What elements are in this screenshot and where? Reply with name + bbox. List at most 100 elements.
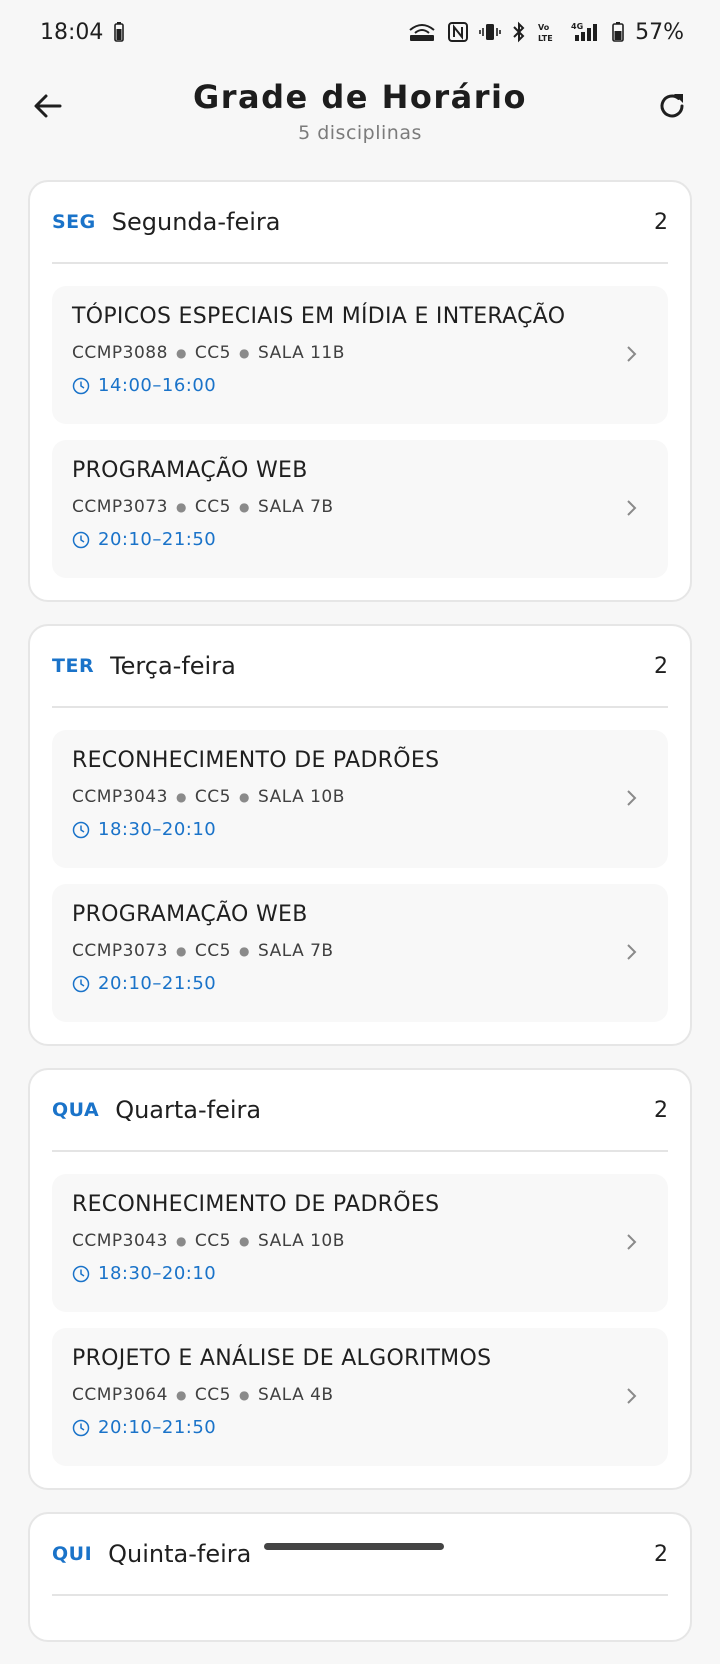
class-meta: CCMP3043 ● CC5 ● SALA 10B [72, 1231, 648, 1251]
schedule-list[interactable]: SEG Segunda-feira 2 TÓPICOS ESPECIAIS EM… [28, 180, 692, 1664]
class-room: SALA 11B [257, 343, 345, 363]
class-group: CC5 [194, 1231, 231, 1251]
day-abbr: TER [52, 655, 95, 677]
class-code: CCMP3043 [72, 1231, 168, 1251]
class-time-row: 18:30–20:10 [72, 819, 648, 840]
class-code: CCMP3073 [72, 497, 168, 517]
class-title: PROGRAMAÇÃO WEB [72, 458, 308, 483]
class-room: SALA 10B [257, 787, 345, 807]
class-time: 18:30–20:10 [98, 1263, 217, 1284]
class-title: RECONHECIMENTO DE PADRÕES [72, 748, 440, 773]
class-room: SALA 10B [257, 1231, 345, 1251]
chevron-right-icon [627, 500, 637, 516]
svg-text:4G: 4G [571, 22, 583, 31]
separator-dot: ● [238, 790, 250, 804]
class-time-row: 14:00–16:00 [72, 375, 648, 396]
day-name: Segunda-feira [111, 208, 281, 236]
separator-dot: ● [238, 1234, 250, 1248]
clock-icon [72, 377, 90, 394]
separator-dot: ● [175, 944, 187, 958]
class-meta: CCMP3088 ● CC5 ● SALA 11B [72, 343, 648, 363]
class-group: CC5 [194, 941, 231, 961]
class-time-row: 20:10–21:50 [72, 973, 648, 994]
day-card-thursday: QUI Quinta-feira 2 [28, 1512, 692, 1642]
chevron-right-icon [627, 790, 637, 806]
class-time: 18:30–20:10 [98, 819, 217, 840]
class-time-row: 18:30–20:10 [72, 1263, 648, 1284]
separator-dot: ● [175, 500, 187, 514]
volte-icon: Vo LTE [537, 21, 555, 43]
class-title: RECONHECIMENTO DE PADRÕES [72, 1192, 440, 1217]
day-header: TER Terça-feira 2 [52, 626, 668, 708]
day-name: Quinta-feira [108, 1540, 252, 1568]
separator-dot: ● [175, 1234, 187, 1248]
class-time: 20:10–21:50 [98, 1417, 217, 1438]
day-card-wednesday: QUA Quarta-feira 2 RECONHECIMENTO DE PAD… [28, 1068, 692, 1490]
clock-icon [72, 821, 90, 838]
separator-dot: ● [175, 790, 187, 804]
class-code: CCMP3043 [72, 787, 168, 807]
separator-dot: ● [238, 346, 250, 360]
day-name: Quarta-feira [115, 1096, 262, 1124]
status-time: 18:04 [40, 19, 104, 45]
class-title: PROGRAMAÇÃO WEB [72, 902, 308, 927]
class-group: CC5 [194, 787, 231, 807]
clock-icon [72, 531, 90, 548]
class-code: CCMP3073 [72, 941, 168, 961]
class-card[interactable]: PROJETO E ANÁLISE DE ALGORITMOS CCMP3064… [52, 1328, 668, 1466]
class-time: 20:10–21:50 [98, 529, 217, 550]
class-room: SALA 4B [257, 1385, 334, 1405]
class-title: TÓPICOS ESPECIAIS EM MÍDIA E INTERAÇÃO [72, 304, 566, 329]
day-count: 2 [654, 209, 668, 235]
chevron-right-icon [627, 1388, 637, 1404]
gesture-navigation-bar[interactable] [264, 1543, 444, 1550]
page-subtitle: 5 disciplinas [298, 122, 422, 144]
class-code: CCMP3064 [72, 1385, 168, 1405]
day-count: 2 [654, 1541, 668, 1567]
chevron-right-icon [627, 944, 637, 960]
svg-text:Vo: Vo [538, 23, 550, 32]
vibrate-icon [479, 21, 501, 43]
hotspot-icon [407, 21, 437, 43]
day-card-monday: SEG Segunda-feira 2 TÓPICOS ESPECIAIS EM… [28, 180, 692, 602]
separator-dot: ● [238, 1388, 250, 1402]
class-meta: CCMP3043 ● CC5 ● SALA 10B [72, 787, 648, 807]
chevron-right-icon [627, 1234, 637, 1250]
day-abbr: QUI [52, 1543, 93, 1565]
battery-icon [611, 21, 625, 43]
class-card[interactable]: RECONHECIMENTO DE PADRÕES CCMP3043 ● CC5 ●… [52, 1174, 668, 1312]
class-time-row: 20:10–21:50 [72, 529, 648, 550]
class-card[interactable]: PROGRAMAÇÃO WEB CCMP3073 ● CC5 ● SALA 7B 2… [52, 884, 668, 1022]
refresh-icon [660, 94, 684, 118]
separator-dot: ● [238, 944, 250, 958]
separator-dot: ● [175, 346, 187, 360]
day-card-tuesday: TER Terça-feira 2 RECONHECIMENTO DE PADR… [28, 624, 692, 1046]
day-name: Terça-feira [110, 652, 236, 680]
day-header: SEG Segunda-feira 2 [52, 182, 668, 264]
clock-icon [72, 975, 90, 992]
status-bar: 18:04 Vo LTE 4G 57% [0, 0, 720, 64]
class-room: SALA 7B [257, 941, 334, 961]
nfc-icon [447, 21, 469, 43]
bluetooth-icon [511, 21, 527, 43]
day-header: QUI Quinta-feira 2 [52, 1514, 668, 1596]
day-abbr: QUA [52, 1099, 100, 1121]
svg-text:LTE: LTE [538, 34, 553, 43]
day-count: 2 [654, 1097, 668, 1123]
class-group: CC5 [194, 497, 231, 517]
day-abbr: SEG [52, 211, 96, 233]
class-meta: CCMP3073 ● CC5 ● SALA 7B [72, 497, 648, 517]
class-card[interactable]: TÓPICOS ESPECIAIS EM MÍDIA E INTERAÇÃO C… [52, 286, 668, 424]
class-card[interactable]: RECONHECIMENTO DE PADRÕES CCMP3043 ● CC5 ●… [52, 730, 668, 868]
class-card[interactable]: PROGRAMAÇÃO WEB CCMP3073 ● CC5 ● SALA 7B 2… [52, 440, 668, 578]
separator-dot: ● [238, 500, 250, 514]
class-time: 14:00–16:00 [98, 375, 217, 396]
class-room: SALA 7B [257, 497, 334, 517]
signal-4g-icon: 4G [565, 21, 601, 43]
clock-icon [72, 1419, 90, 1436]
page-title: Grade de Horário [192, 78, 527, 116]
refresh-button[interactable] [650, 84, 694, 128]
day-header: QUA Quarta-feira 2 [52, 1070, 668, 1152]
class-group: CC5 [194, 343, 231, 363]
class-meta: CCMP3064 ● CC5 ● SALA 4B [72, 1385, 648, 1405]
